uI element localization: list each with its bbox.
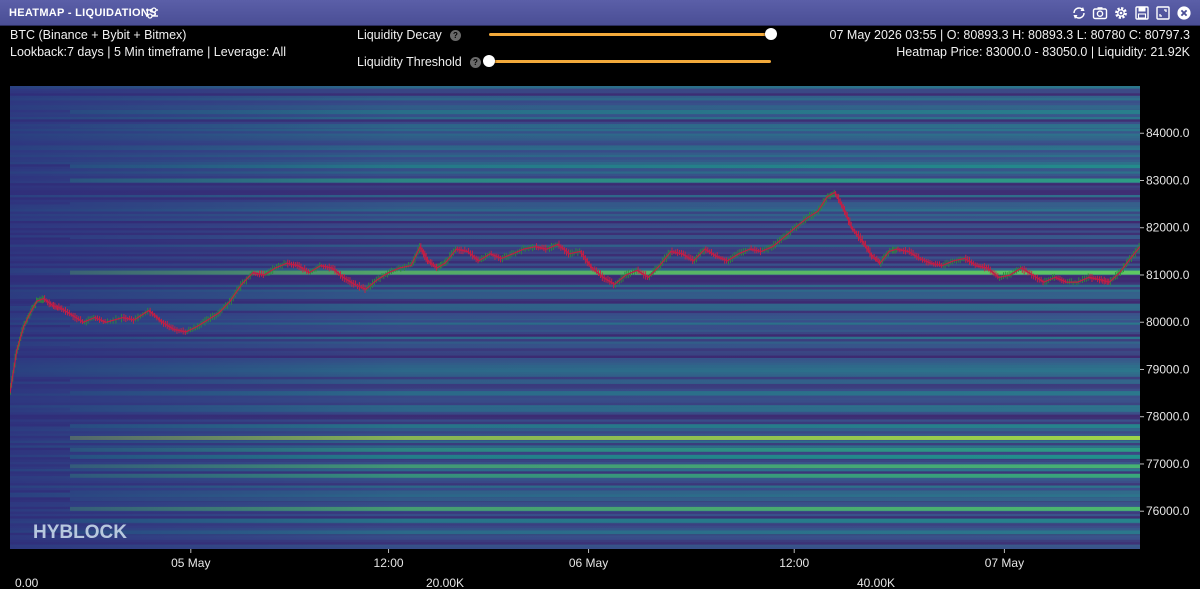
color-scale-min: 0.00 xyxy=(15,576,39,589)
settings-info: Lookback:7 days | 5 Min timeframe | Leve… xyxy=(10,45,287,59)
y-tick-label: 81000.0 xyxy=(1146,268,1190,282)
tune-icon[interactable] xyxy=(145,6,159,20)
y-tick-label: 77000.0 xyxy=(1146,457,1190,471)
liquidity-threshold-slider-handle[interactable] xyxy=(483,55,495,67)
window-titlebar: HEATMAP - LIQUIDATIONS xyxy=(0,0,1200,26)
save-icon[interactable] xyxy=(1134,5,1150,21)
threshold-help-icon[interactable]: ? xyxy=(470,57,481,68)
expand-icon[interactable] xyxy=(1155,5,1171,21)
hyblock-logo: HYBLOCK xyxy=(33,522,127,543)
gear-icon[interactable] xyxy=(1113,5,1129,21)
color-scale-max: 40.00K xyxy=(857,576,895,589)
heatmap-shade xyxy=(10,86,1140,549)
y-tick-label: 84000.0 xyxy=(1146,126,1190,140)
y-tick-label: 83000.0 xyxy=(1146,173,1190,187)
heatmap-price-info: Heatmap Price: 83000.0 - 83050.0 | Liqui… xyxy=(896,45,1190,59)
color-scale-mid: 20.00K xyxy=(426,576,464,589)
liquidity-decay-slider-handle[interactable] xyxy=(765,28,777,40)
y-axis: 84000.0 83000.0 82000.0 81000.0 80000.0 79000… xyxy=(1140,126,1190,518)
window-title: HEATMAP - LIQUIDATIONS xyxy=(9,7,157,19)
liquidity-threshold-label: Liquidity Threshold xyxy=(357,55,462,69)
y-tick-label: 82000.0 xyxy=(1146,221,1190,235)
refresh-icon[interactable] xyxy=(1071,5,1087,21)
heatmap-chart[interactable]: 84000.0 83000.0 82000.0 81000.0 80000.0 79000… xyxy=(0,80,1200,589)
y-tick-label: 78000.0 xyxy=(1146,410,1190,424)
close-icon[interactable] xyxy=(1176,5,1192,21)
y-tick-label: 80000.0 xyxy=(1146,315,1190,329)
camera-icon[interactable] xyxy=(1092,5,1108,21)
liquidity-threshold-slider-track[interactable] xyxy=(489,60,771,63)
x-tick-label: 07 May xyxy=(985,556,1024,570)
liquidity-decay-label: Liquidity Decay xyxy=(357,28,442,42)
liquidity-decay-slider-track[interactable] xyxy=(489,33,771,36)
y-tick-label: 76000.0 xyxy=(1146,504,1190,518)
ohlc-info: 07 May 2026 03:55 | O: 80893.3 H: 80893.… xyxy=(829,28,1190,42)
y-tick-label: 79000.0 xyxy=(1146,362,1190,376)
symbol-info: BTC (Binance + Bybit + Bitmex) xyxy=(10,28,187,42)
decay-help-icon[interactable]: ? xyxy=(450,30,461,41)
